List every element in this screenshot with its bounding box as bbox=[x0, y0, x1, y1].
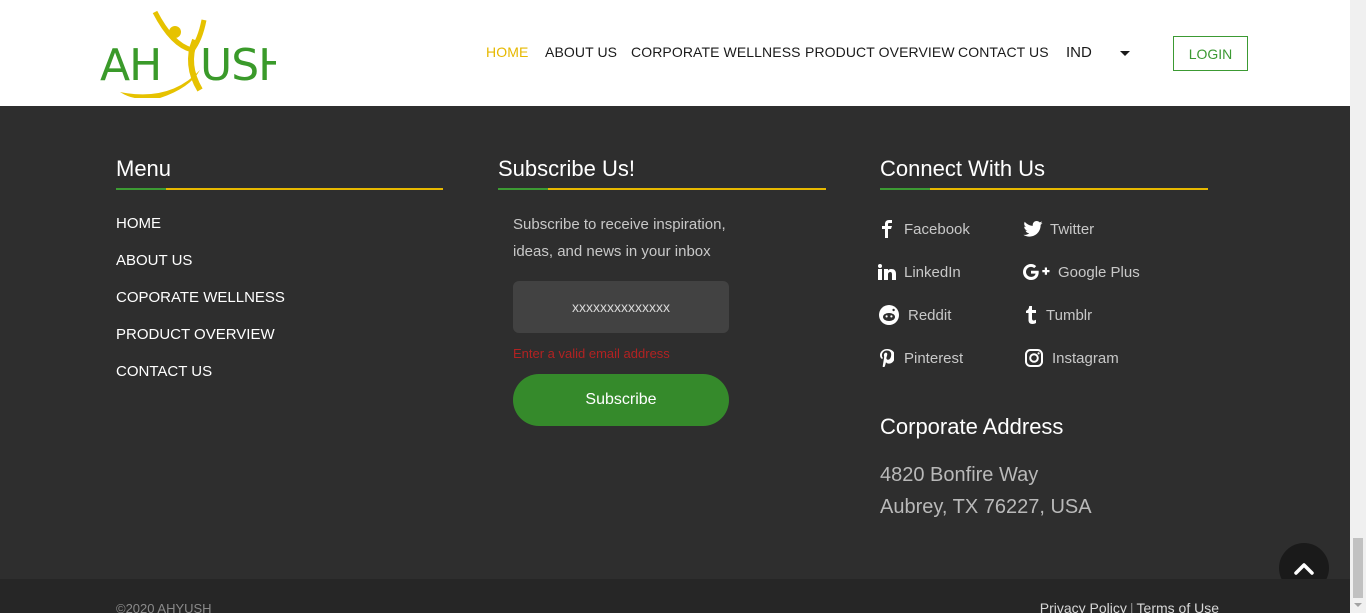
footer-menu-corporate-wellness[interactable]: COPORATE WELLNESS bbox=[116, 289, 285, 306]
nav-product-overview[interactable]: PRODUCT OVERVIEW bbox=[805, 44, 955, 60]
email-field[interactable] bbox=[513, 281, 729, 333]
scroll-down-arrow-icon[interactable] bbox=[1354, 603, 1362, 607]
social-tumblr[interactable]: Tumblr bbox=[1022, 305, 1092, 325]
page-scrollbar[interactable] bbox=[1350, 0, 1366, 613]
chevron-up-icon bbox=[1294, 563, 1314, 575]
footer-bottom-bar: ©2020 AHYUSH Privacy Policy | Terms of Use bbox=[0, 579, 1350, 613]
nav-about-us[interactable]: ABOUT US bbox=[545, 44, 617, 60]
svg-text:AH: AH bbox=[100, 40, 161, 91]
menu-underline bbox=[116, 188, 443, 190]
facebook-icon bbox=[876, 219, 898, 239]
terms-of-use-link[interactable]: Terms of Use bbox=[1137, 600, 1219, 613]
login-button[interactable]: LOGIN bbox=[1173, 36, 1248, 71]
tumblr-icon bbox=[1022, 305, 1040, 325]
twitter-icon bbox=[1022, 219, 1044, 239]
site-header: AH USH HOME ABOUT US CORPORATE WELLNESS … bbox=[0, 0, 1350, 106]
corporate-address-title: Corporate Address bbox=[880, 414, 1064, 439]
connect-underline bbox=[880, 188, 1208, 190]
social-facebook[interactable]: Facebook bbox=[876, 219, 970, 239]
chevron-down-icon[interactable] bbox=[1120, 51, 1130, 56]
connect-title: Connect With Us bbox=[880, 156, 1046, 181]
copyright-text: ©2020 AHYUSH bbox=[116, 601, 212, 613]
svg-text:USH: USH bbox=[200, 40, 276, 91]
ahyush-logo[interactable]: AH USH bbox=[100, 10, 291, 100]
privacy-policy-link[interactable]: Privacy Policy bbox=[1040, 600, 1127, 613]
address-line-2: Aubrey, TX 76227, USA bbox=[880, 496, 1092, 518]
footer-menu-contact-us[interactable]: CONTACT US bbox=[116, 363, 212, 380]
footer-menu-product-overview[interactable]: PRODUCT OVERVIEW bbox=[116, 326, 275, 343]
instagram-icon bbox=[1022, 348, 1046, 368]
legal-links: Privacy Policy | Terms of Use bbox=[1040, 600, 1219, 613]
address-line-1: 4820 Bonfire Way bbox=[880, 464, 1039, 486]
subscribe-title: Subscribe Us! bbox=[498, 156, 635, 181]
pinterest-icon bbox=[876, 348, 898, 368]
nav-home[interactable]: HOME bbox=[486, 44, 528, 60]
reddit-icon bbox=[876, 305, 902, 325]
social-instagram[interactable]: Instagram bbox=[1022, 348, 1119, 368]
google-plus-icon bbox=[1022, 262, 1052, 282]
footer-menu-about-us[interactable]: ABOUT US bbox=[116, 252, 192, 269]
scrollbar-thumb[interactable] bbox=[1353, 538, 1363, 598]
subscribe-description: Subscribe to receive inspiration, ideas,… bbox=[513, 216, 726, 260]
nav-contact-us[interactable]: CONTACT US bbox=[958, 44, 1049, 60]
legal-separator: | bbox=[1129, 600, 1134, 613]
language-select[interactable]: IND bbox=[1066, 44, 1092, 61]
social-reddit[interactable]: Reddit bbox=[876, 305, 951, 325]
social-pinterest[interactable]: Pinterest bbox=[876, 348, 963, 368]
linkedin-icon bbox=[876, 262, 898, 282]
email-error-message: Enter a valid email address bbox=[513, 346, 670, 361]
nav-corporate-wellness[interactable]: CORPORATE WELLNESS bbox=[631, 44, 801, 60]
subscribe-button[interactable]: Subscribe bbox=[513, 374, 729, 426]
social-google-plus[interactable]: Google Plus bbox=[1022, 262, 1140, 282]
footer-menu-home[interactable]: HOME bbox=[116, 215, 161, 232]
subscribe-underline bbox=[498, 188, 826, 190]
social-twitter[interactable]: Twitter bbox=[1022, 219, 1094, 239]
social-linkedin[interactable]: LinkedIn bbox=[876, 262, 961, 282]
site-footer: Menu HOME ABOUT US COPORATE WELLNESS PRO… bbox=[0, 106, 1350, 579]
menu-title: Menu bbox=[116, 156, 172, 181]
